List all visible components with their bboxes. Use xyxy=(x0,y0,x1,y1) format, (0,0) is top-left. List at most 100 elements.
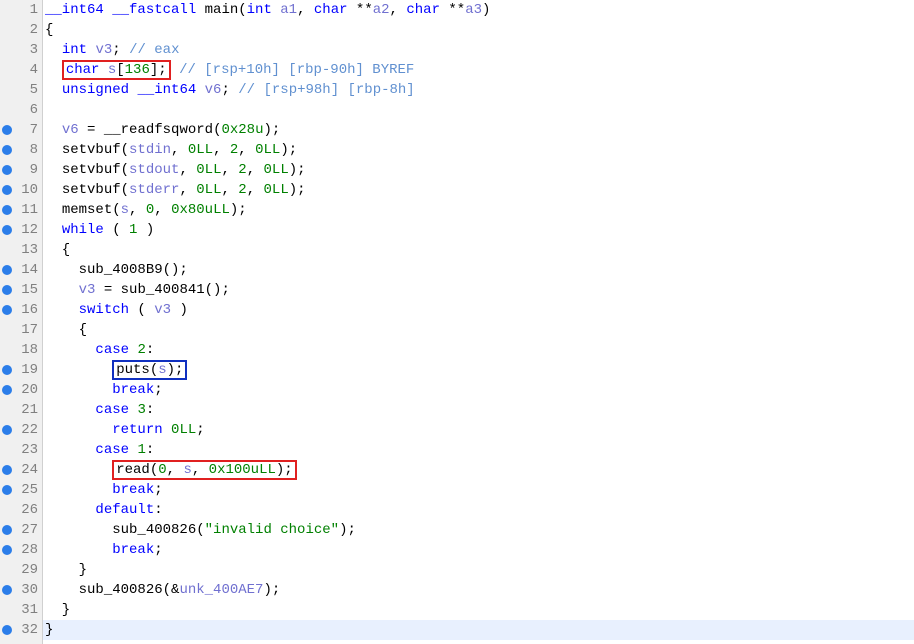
breakpoint-icon[interactable] xyxy=(2,5,12,15)
line-number: 10 xyxy=(16,182,38,198)
breakpoint-icon[interactable] xyxy=(2,405,12,415)
breakpoint-icon[interactable] xyxy=(2,145,12,155)
gutter-row[interactable]: 7 xyxy=(0,120,42,140)
code-line[interactable]: } xyxy=(43,600,914,620)
gutter-row[interactable]: 4 xyxy=(0,60,42,80)
code-line[interactable]: setvbuf(stdout, 0LL, 2, 0LL); xyxy=(43,160,914,180)
code-line[interactable]: switch ( v3 ) xyxy=(43,300,914,320)
gutter-row[interactable]: 31 xyxy=(0,600,42,620)
code-line[interactable]: setvbuf(stderr, 0LL, 2, 0LL); xyxy=(43,180,914,200)
breakpoint-icon[interactable] xyxy=(2,525,12,535)
code-line[interactable]: { xyxy=(43,240,914,260)
breakpoint-icon[interactable] xyxy=(2,485,12,495)
breakpoint-icon[interactable] xyxy=(2,425,12,435)
line-number: 14 xyxy=(16,262,38,278)
code-line[interactable]: case 1: xyxy=(43,440,914,460)
breakpoint-icon[interactable] xyxy=(2,385,12,395)
code-line[interactable]: } xyxy=(43,560,914,580)
breakpoint-icon[interactable] xyxy=(2,545,12,555)
breakpoint-icon[interactable] xyxy=(2,505,12,515)
gutter-row[interactable]: 32 xyxy=(0,620,42,640)
code-line[interactable]: { xyxy=(43,20,914,40)
gutter-row[interactable]: 14 xyxy=(0,260,42,280)
code-area[interactable]: __int64 __fastcall main(int a1, char **a… xyxy=(43,0,914,644)
breakpoint-icon[interactable] xyxy=(2,345,12,355)
breakpoint-icon[interactable] xyxy=(2,165,12,175)
breakpoint-icon[interactable] xyxy=(2,125,12,135)
gutter-row[interactable]: 6 xyxy=(0,100,42,120)
code-line[interactable]: int v3; // eax xyxy=(43,40,914,60)
gutter-row[interactable]: 27 xyxy=(0,520,42,540)
code-line[interactable]: break; xyxy=(43,540,914,560)
gutter-row[interactable]: 16 xyxy=(0,300,42,320)
code-line[interactable]: default: xyxy=(43,500,914,520)
code-line[interactable]: read(0, s, 0x100uLL); xyxy=(43,460,914,480)
gutter-row[interactable]: 9 xyxy=(0,160,42,180)
gutter-row[interactable]: 21 xyxy=(0,400,42,420)
gutter-row[interactable]: 23 xyxy=(0,440,42,460)
code-line[interactable]: sub_400826(&unk_400AE7); xyxy=(43,580,914,600)
breakpoint-icon[interactable] xyxy=(2,205,12,215)
code-line[interactable]: while ( 1 ) xyxy=(43,220,914,240)
breakpoint-icon[interactable] xyxy=(2,105,12,115)
breakpoint-icon[interactable] xyxy=(2,365,12,375)
code-line[interactable]: setvbuf(stdin, 0LL, 2, 0LL); xyxy=(43,140,914,160)
gutter-row[interactable]: 2 xyxy=(0,20,42,40)
breakpoint-icon[interactable] xyxy=(2,265,12,275)
gutter-row[interactable]: 1 xyxy=(0,0,42,20)
code-line[interactable]: sub_400826("invalid choice"); xyxy=(43,520,914,540)
gutter-row[interactable]: 12 xyxy=(0,220,42,240)
gutter-row[interactable]: 5 xyxy=(0,80,42,100)
gutter-row[interactable]: 10 xyxy=(0,180,42,200)
code-line[interactable]: memset(s, 0, 0x80uLL); xyxy=(43,200,914,220)
code-line[interactable]: v6 = __readfsqword(0x28u); xyxy=(43,120,914,140)
gutter-row[interactable]: 8 xyxy=(0,140,42,160)
gutter-row[interactable]: 29 xyxy=(0,560,42,580)
code-line[interactable]: sub_4008B9(); xyxy=(43,260,914,280)
breakpoint-icon[interactable] xyxy=(2,565,12,575)
breakpoint-icon[interactable] xyxy=(2,305,12,315)
code-line[interactable]: break; xyxy=(43,380,914,400)
code-line[interactable]: } xyxy=(43,620,914,640)
gutter-row[interactable]: 26 xyxy=(0,500,42,520)
gutter-row[interactable]: 20 xyxy=(0,380,42,400)
gutter-row[interactable]: 13 xyxy=(0,240,42,260)
breakpoint-icon[interactable] xyxy=(2,25,12,35)
breakpoint-icon[interactable] xyxy=(2,65,12,75)
gutter-row[interactable]: 28 xyxy=(0,540,42,560)
gutter-row[interactable]: 24 xyxy=(0,460,42,480)
code-line[interactable]: { xyxy=(43,320,914,340)
gutter-row[interactable]: 25 xyxy=(0,480,42,500)
code-line[interactable]: puts(s); xyxy=(43,360,914,380)
gutter-row[interactable]: 17 xyxy=(0,320,42,340)
breakpoint-icon[interactable] xyxy=(2,185,12,195)
code-line[interactable]: case 3: xyxy=(43,400,914,420)
gutter-row[interactable]: 30 xyxy=(0,580,42,600)
gutter-row[interactable]: 3 xyxy=(0,40,42,60)
breakpoint-icon[interactable] xyxy=(2,325,12,335)
gutter-row[interactable]: 15 xyxy=(0,280,42,300)
line-number: 21 xyxy=(16,402,38,418)
breakpoint-icon[interactable] xyxy=(2,605,12,615)
code-line[interactable]: __int64 __fastcall main(int a1, char **a… xyxy=(43,0,914,20)
breakpoint-icon[interactable] xyxy=(2,465,12,475)
code-line[interactable]: char s[136]; // [rsp+10h] [rbp-90h] BYRE… xyxy=(43,60,914,80)
breakpoint-icon[interactable] xyxy=(2,625,12,635)
breakpoint-icon[interactable] xyxy=(2,85,12,95)
breakpoint-icon[interactable] xyxy=(2,445,12,455)
gutter-row[interactable]: 18 xyxy=(0,340,42,360)
gutter-row[interactable]: 19 xyxy=(0,360,42,380)
breakpoint-icon[interactable] xyxy=(2,245,12,255)
code-line[interactable]: case 2: xyxy=(43,340,914,360)
breakpoint-icon[interactable] xyxy=(2,585,12,595)
gutter-row[interactable]: 22 xyxy=(0,420,42,440)
breakpoint-icon[interactable] xyxy=(2,45,12,55)
gutter-row[interactable]: 11 xyxy=(0,200,42,220)
code-line[interactable]: break; xyxy=(43,480,914,500)
breakpoint-icon[interactable] xyxy=(2,225,12,235)
code-line[interactable]: unsigned __int64 v6; // [rsp+98h] [rbp-8… xyxy=(43,80,914,100)
code-line[interactable]: return 0LL; xyxy=(43,420,914,440)
code-line[interactable] xyxy=(43,100,914,120)
code-line[interactable]: v3 = sub_400841(); xyxy=(43,280,914,300)
breakpoint-icon[interactable] xyxy=(2,285,12,295)
